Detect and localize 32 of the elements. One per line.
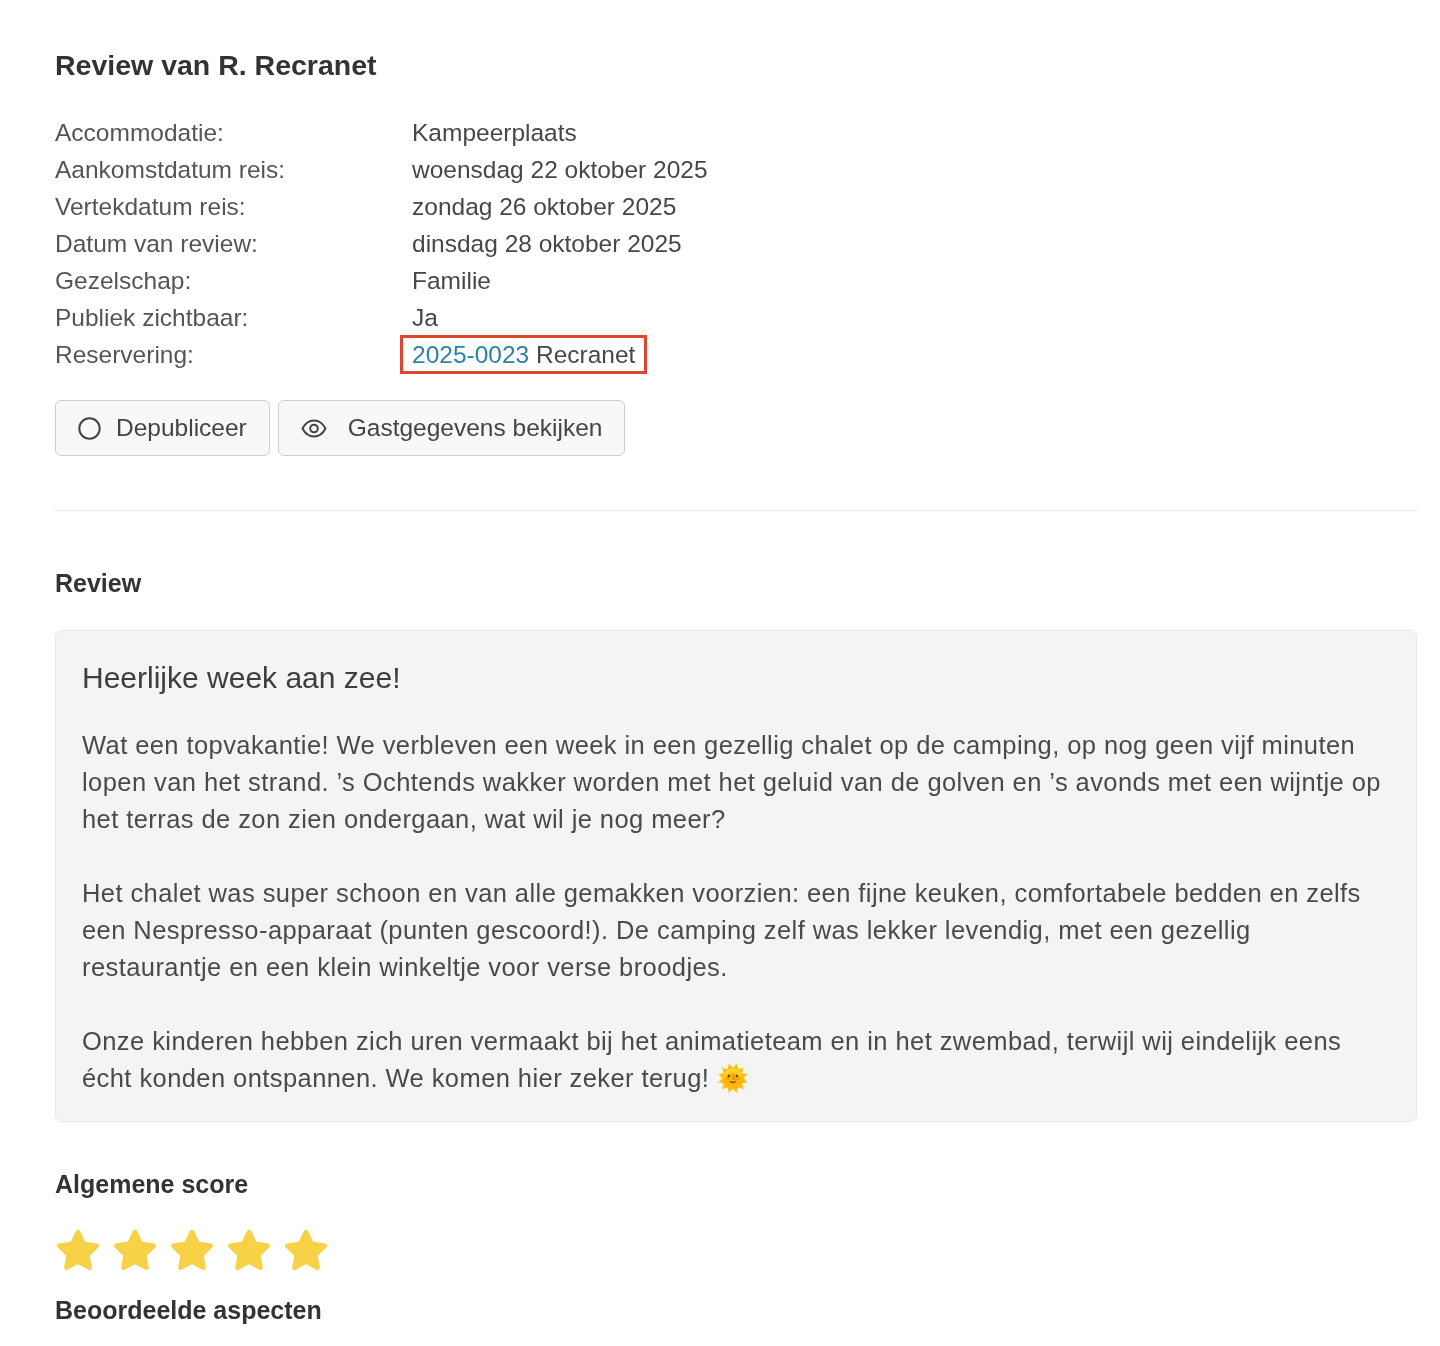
star-icon <box>55 1229 101 1271</box>
detail-value: zondag 26 oktober 2025 <box>412 193 677 220</box>
page-title: Review van R. Recranet <box>55 48 378 82</box>
detail-value: dinsdag 28 oktober 2025 <box>412 230 682 257</box>
detail-value: Familie <box>412 267 491 294</box>
star-icon <box>226 1229 272 1271</box>
review-paragraph: Wat een topvakantie! We verbleven een week in een gezellig chalet op de camping, op nog geen vijf minuten lopen van het strand. ’s Ochtends wakker worden met het geluid van de golven en ’s avonds met een wijntje op het terras de zon zien ondergaan, wat wil je nog meer? <box>82 730 1382 835</box>
review-paragraph: Het chalet was super schoon en van alle gemakken voorzien: een fijne keuken, comfortabele bedden en zelfs een Nespresso-apparaat (punten gescoord!). De camping zelf was lekker levendig, met een gezellig restaurantje en een klein winkeltje voor verse broodjes. <box>82 878 1362 983</box>
detail-label: Gezelschap: <box>55 266 193 296</box>
reservation-link[interactable]: 2025-0023 <box>412 341 530 368</box>
detail-label: Datum van review: <box>55 229 259 259</box>
star-icon <box>169 1229 215 1271</box>
action-button[interactable]: Gastgegevens bekijken <box>277 400 626 456</box>
action-button[interactable]: Depubliceer <box>55 400 270 456</box>
detail-label: Accommodatie: <box>55 118 225 148</box>
star-icon <box>283 1229 329 1271</box>
circle-icon <box>78 416 101 440</box>
section-heading: Review <box>55 568 143 598</box>
eye-icon <box>300 418 327 438</box>
section-heading: Algemene score <box>55 1169 250 1199</box>
detail-value: Kampeerplaats <box>412 119 577 146</box>
section-heading: Beoordeelde aspecten <box>55 1295 323 1325</box>
detail-value: Ja <box>412 304 438 331</box>
review-title: Heerlijke week aan zee! <box>82 660 402 696</box>
detail-label: Reservering: <box>55 340 195 370</box>
review-paragraph: Onze kinderen hebben zich uren vermaakt bij het animatieteam en in het zwembad, terwijl wij eindelijk eens écht konden ontspannen. We komen hier zeker terug! 🌞 <box>82 1026 1343 1095</box>
detail-label: Publiek zichtbaar: <box>55 303 250 333</box>
detail-label: Vertekdatum reis: <box>55 192 247 222</box>
detail-label: Aankomstdatum reis: <box>55 155 287 185</box>
detail-value: woensdag 22 oktober 2025 <box>412 156 708 183</box>
detail-value: Recranet <box>536 341 636 368</box>
star-icon <box>112 1229 158 1271</box>
